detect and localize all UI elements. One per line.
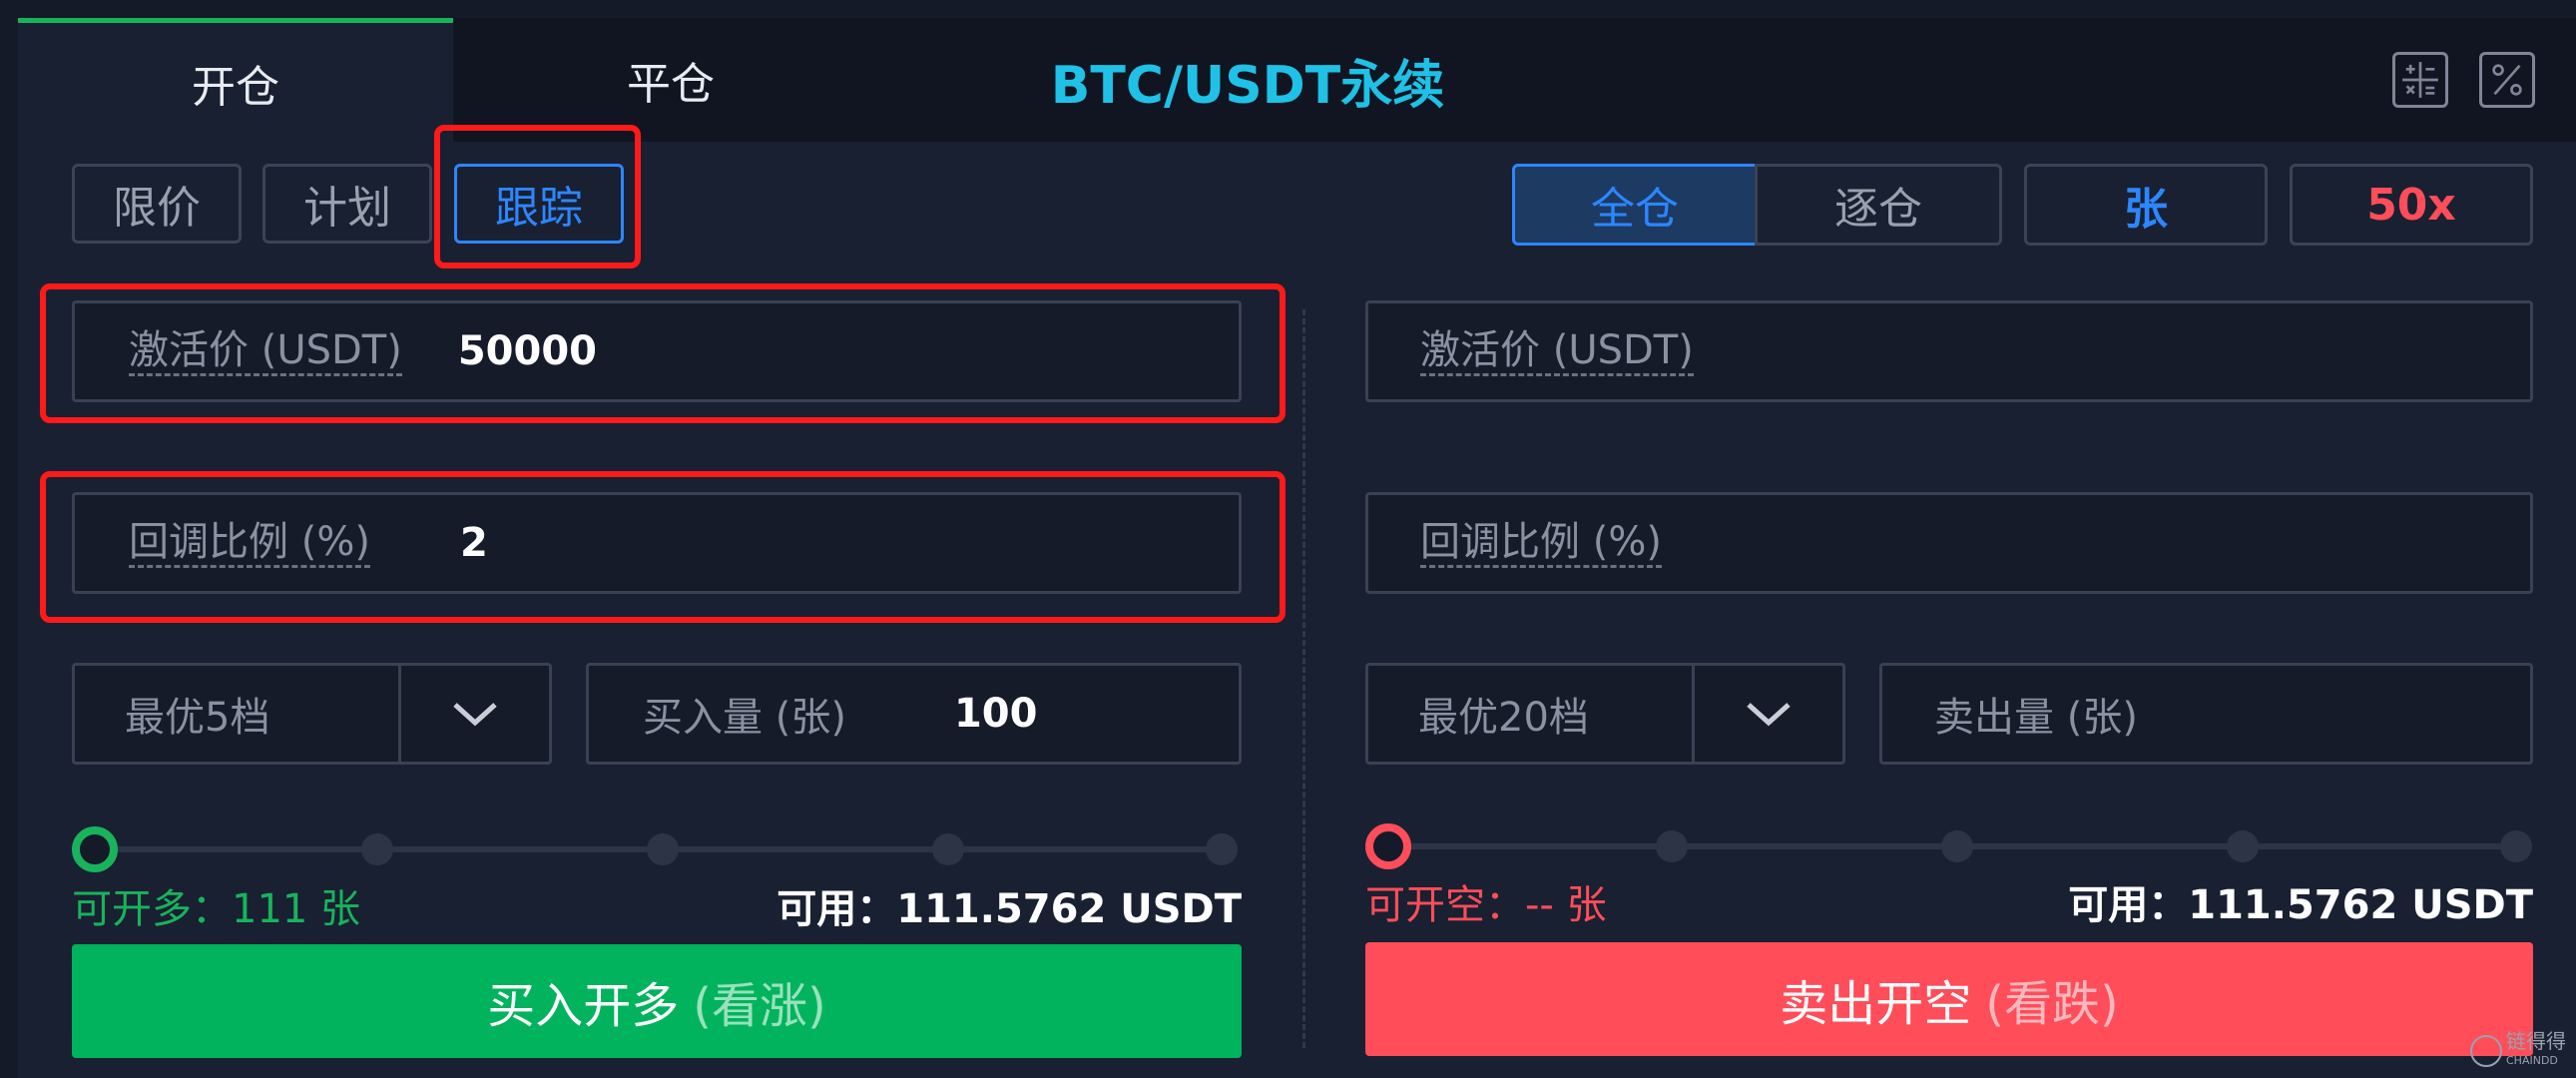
sell-open-short-button[interactable]: 卖出开空 (看跌) <box>1365 942 2533 1056</box>
unit-button[interactable]: 张 <box>2024 164 2268 246</box>
order-type-limit[interactable]: 限价 <box>72 164 242 244</box>
watermark: 链得得 CHAINDD <box>2470 1028 2570 1074</box>
sell-slider-step[interactable] <box>1941 830 1973 862</box>
percent-icon[interactable] <box>2479 52 2535 108</box>
buy-activation-value: 50000 <box>457 328 597 374</box>
sell-available-balance: 可用：111.5762 USDT <box>2068 882 2533 928</box>
sell-action-label: 卖出开空 <box>1780 976 1972 1032</box>
buy-slider-step[interactable] <box>647 833 679 865</box>
leverage-button[interactable]: 50x <box>2290 164 2533 246</box>
buy-callback-label: 回调比例 (%) <box>129 519 370 568</box>
column-divider <box>1302 309 1305 1048</box>
sell-slider-handle[interactable] <box>1365 823 1411 869</box>
chevron-down-icon[interactable] <box>1692 666 1842 762</box>
sell-activation-label: 激活价 (USDT) <box>1420 327 1694 376</box>
buy-callback-value: 2 <box>459 520 488 566</box>
sell-slider-step[interactable] <box>1656 830 1688 862</box>
buy-activation-price-field[interactable]: 激活价 (USDT) 50000 <box>72 300 1242 402</box>
buy-amount-label: 买入量 (张) <box>643 695 846 741</box>
buy-action-label: 买入开多 <box>487 978 680 1034</box>
sell-amount-label: 卖出量 (张) <box>1934 695 2138 741</box>
sell-slider-step[interactable] <box>2500 830 2532 862</box>
tab-open-position[interactable]: 开仓 <box>18 18 453 142</box>
buy-slider-step[interactable] <box>1206 833 1238 865</box>
buy-activation-label: 激活价 (USDT) <box>129 327 402 376</box>
watermark-text: 链得得 <box>2506 1029 2566 1053</box>
buy-amount-value: 100 <box>953 691 1038 737</box>
sell-action-hint: (看跌) <box>1985 976 2119 1032</box>
calculator-icon[interactable] <box>2392 52 2448 108</box>
tab-close-position[interactable]: 平仓 <box>453 18 888 142</box>
watermark-subtext: CHAINDD <box>2506 1054 2558 1067</box>
sell-activation-price-field[interactable]: 激活价 (USDT) <box>1365 300 2533 402</box>
highlight-order-type <box>434 125 641 269</box>
sell-callback-ratio-field[interactable]: 回调比例 (%) <box>1365 492 2533 594</box>
buy-price-level-select[interactable]: 最优5档 <box>72 663 552 765</box>
buy-open-long-button[interactable]: 买入开多 (看涨) <box>72 944 1242 1058</box>
buy-amount-input[interactable]: 买入量 (张) 100 <box>586 663 1242 765</box>
sell-price-level-select[interactable]: 最优20档 <box>1365 663 1845 765</box>
sell-amount-input[interactable]: 卖出量 (张) <box>1879 663 2533 765</box>
buy-slider-handle[interactable] <box>72 826 118 872</box>
buy-slider-step[interactable] <box>932 833 964 865</box>
buy-callback-ratio-field[interactable]: 回调比例 (%) 2 <box>72 492 1242 594</box>
buy-available-balance: 可用：111.5762 USDT <box>776 886 1242 932</box>
sell-callback-label: 回调比例 (%) <box>1420 519 1662 568</box>
order-type-plan[interactable]: 计划 <box>262 164 432 244</box>
buy-available-open: 可开多：111 张 <box>72 886 361 932</box>
buy-action-hint: (看涨) <box>693 978 826 1034</box>
chevron-down-icon[interactable] <box>398 666 549 762</box>
margin-isolated-button[interactable]: 逐仓 <box>1755 164 2002 246</box>
buy-price-level-value: 最优5档 <box>125 695 270 741</box>
sell-slider-step[interactable] <box>2227 830 2259 862</box>
watermark-logo-icon <box>2470 1035 2502 1067</box>
margin-cross-button[interactable]: 全仓 <box>1512 164 1758 246</box>
buy-slider-step[interactable] <box>361 833 393 865</box>
sell-available-open: 可开空：-- 张 <box>1365 882 1607 928</box>
contract-title: BTC/USDT永续 <box>1050 55 1445 116</box>
sell-price-level-value: 最优20档 <box>1418 695 1589 741</box>
